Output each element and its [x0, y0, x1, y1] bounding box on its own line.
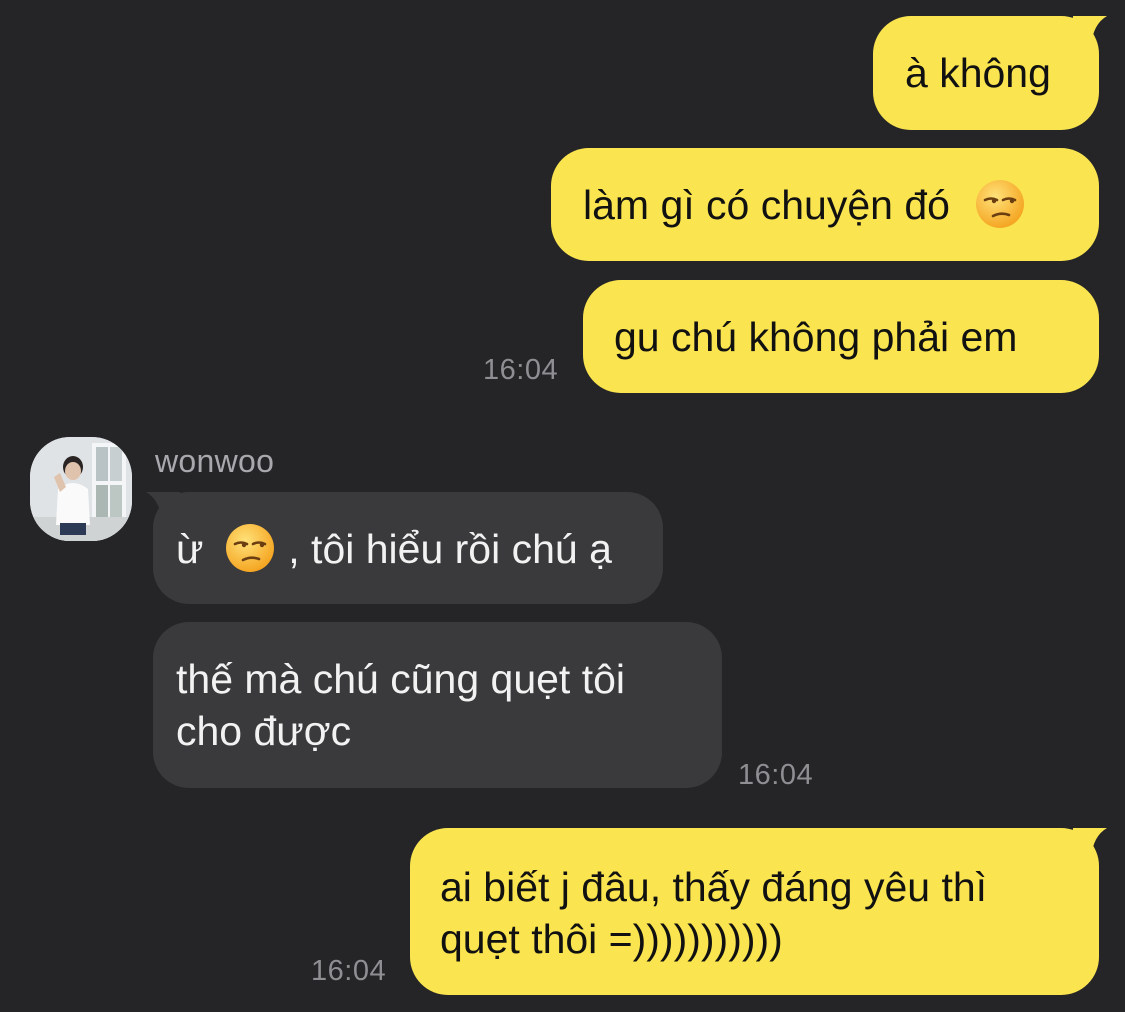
sender-avatar[interactable] — [30, 437, 132, 541]
message-timestamp: 16:04 — [483, 354, 559, 386]
message-text-line: quẹt thôi =))))))))))) — [440, 916, 783, 962]
message-text: à không — [905, 50, 1051, 96]
message-text: làm gì có chuyện đó — [583, 182, 950, 228]
unamused-face-emoji-icon — [976, 180, 1025, 228]
message-text-line: cho được — [176, 708, 352, 754]
message-text-line: ai biết j đâu, thấy đáng yêu thì — [440, 864, 988, 910]
bubble-tail — [1073, 16, 1107, 46]
unamused-face-emoji-icon — [225, 524, 274, 572]
message-text: , tôi hiểu rồi chú ạ — [288, 526, 612, 572]
message-timestamp: 16:04 — [311, 955, 387, 987]
outgoing-message-bubble[interactable]: à không — [873, 16, 1099, 130]
incoming-message-bubble[interactable]: thế mà chú cũng quẹt tôi cho được — [153, 622, 722, 788]
bubble-tail — [1073, 828, 1107, 858]
outgoing-message-bubble[interactable]: làm gì có chuyện đó — [551, 148, 1099, 261]
sender-name: wonwoo — [155, 443, 275, 479]
avatar-photo-icon — [30, 437, 132, 541]
chat-area: à không làm gì có chuyện đó gu chú không… — [0, 0, 1125, 1012]
incoming-message-bubble[interactable]: ừ , tôi hiểu rồi chú ạ — [153, 492, 663, 604]
outgoing-message-bubble[interactable]: gu chú không phải em — [583, 280, 1099, 393]
message-text: gu chú không phải em — [614, 314, 1018, 360]
message-timestamp: 16:04 — [738, 759, 814, 791]
message-text: ừ — [176, 526, 204, 572]
outgoing-message-bubble[interactable]: ai biết j đâu, thấy đáng yêu thì quẹt th… — [410, 828, 1099, 995]
message-text-line: thế mà chú cũng quẹt tôi — [176, 656, 626, 702]
